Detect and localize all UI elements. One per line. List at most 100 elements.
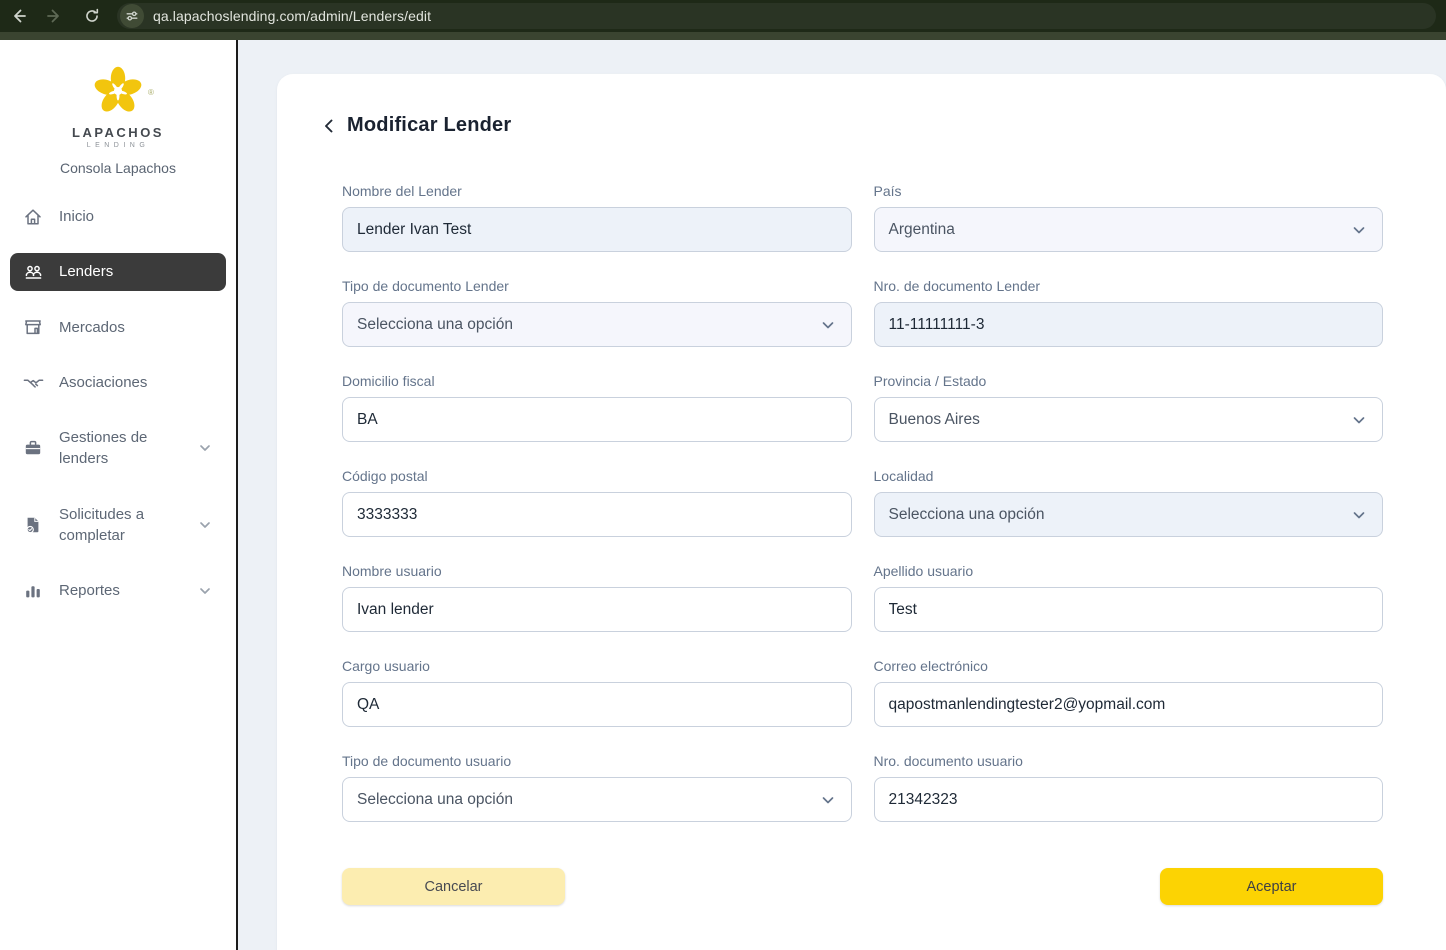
- field-localidad: Localidad Selecciona una opción: [873, 468, 1383, 537]
- select-value: Selecciona una opción: [357, 790, 513, 808]
- field-label: País: [873, 183, 902, 199]
- browser-chrome: qa.lapachoslending.com/admin/Lenders/edi…: [0, 0, 1446, 40]
- field-domicilio-fiscal: Domicilio fiscal: [342, 373, 852, 442]
- select-value: Buenos Aires: [888, 410, 980, 428]
- sidebar-item-asociaciones[interactable]: Asociaciones: [10, 364, 226, 401]
- home-icon: [23, 207, 45, 227]
- lender-form: Nombre del Lender País Argentina Tipo de…: [342, 183, 1383, 848]
- apellido-usuario-input[interactable]: [873, 587, 1383, 632]
- brand-logo: ® LAPACHOS LENDING Consola Lapachos: [0, 40, 236, 176]
- field-cargo-usuario: Cargo usuario: [342, 658, 852, 727]
- lapachos-flower-icon: [94, 66, 142, 112]
- nro-documento-lender-input[interactable]: [873, 302, 1383, 347]
- field-codigo-postal: Código postal: [342, 468, 852, 537]
- nombre-del-lender-input[interactable]: [342, 207, 852, 252]
- nombre-usuario-input[interactable]: [342, 587, 852, 632]
- chevron-down-icon: [822, 796, 833, 803]
- cargo-usuario-input[interactable]: [342, 682, 852, 727]
- registered-mark: ®: [148, 88, 154, 97]
- browser-toolbar: qa.lapachoslending.com/admin/Lenders/edi…: [0, 0, 1446, 32]
- tipo-documento-lender-select[interactable]: Selecciona una opción: [342, 302, 852, 347]
- brand-tagline: LENDING: [86, 142, 150, 149]
- app-window: ® LAPACHOS LENDING Consola Lapachos Inic…: [0, 40, 1446, 950]
- field-label: Código postal: [342, 468, 428, 484]
- sidebar-item-reportes[interactable]: Reportes: [10, 572, 226, 609]
- field-label: Domicilio fiscal: [342, 373, 435, 389]
- field-tipo-de-documento-usuario: Tipo de documento usuario Selecciona una…: [342, 753, 852, 822]
- sidebar-item-solicitudes-a-completar[interactable]: Solicitudes a completar: [10, 496, 226, 555]
- briefcase-icon: [23, 438, 45, 458]
- select-value: Selecciona una opción: [357, 315, 513, 333]
- correo-electronico-input[interactable]: [873, 682, 1383, 727]
- sidebar-item-label: Inicio: [59, 208, 95, 225]
- sidebar-item-label: Asociaciones: [59, 373, 148, 391]
- field-nombre-usuario: Nombre usuario: [342, 563, 852, 632]
- browser-reload-button[interactable]: [81, 5, 103, 27]
- field-label: Tipo de documento usuario: [342, 753, 512, 769]
- chevron-down-icon: [197, 440, 213, 456]
- field-label: Nombre del Lender: [342, 183, 462, 199]
- sidebar-item-label: Solicitudes a completar: [59, 505, 145, 545]
- storefront-icon: [23, 317, 45, 337]
- chevron-down-icon: [197, 583, 213, 599]
- field-tipo-de-documento-lender: Tipo de documento Lender Selecciona una …: [342, 278, 852, 347]
- document-check-icon: [23, 515, 45, 535]
- site-settings-icon[interactable]: [120, 4, 144, 28]
- edit-lender-card: Modificar Lender Nombre del Lender País …: [277, 74, 1446, 950]
- field-apellido-usuario: Apellido usuario: [873, 563, 1383, 632]
- cancel-button[interactable]: Cancelar: [342, 868, 565, 905]
- nro-documento-usuario-input[interactable]: [873, 777, 1383, 822]
- back-button[interactable]: [321, 117, 337, 135]
- page-header: Modificar Lender: [321, 114, 1446, 137]
- field-nro-de-documento-lender: Nro. de documento Lender: [873, 278, 1383, 347]
- sidebar-item-label: Mercados: [59, 318, 125, 336]
- users-icon: [23, 262, 45, 282]
- page-title: Modificar Lender: [347, 114, 512, 136]
- browser-back-button[interactable]: [7, 5, 29, 27]
- accept-button[interactable]: Aceptar: [1160, 868, 1383, 905]
- brand-name: LAPACHOS: [72, 125, 164, 140]
- provincia-estado-select[interactable]: Buenos Aires: [873, 397, 1383, 442]
- sidebar-item-lenders[interactable]: Lenders: [10, 253, 226, 291]
- field-correo-electronico: Correo electrónico: [873, 658, 1383, 727]
- sidebar-item-inicio[interactable]: Inicio: [10, 198, 226, 235]
- codigo-postal-input[interactable]: [342, 492, 852, 537]
- sidebar: ® LAPACHOS LENDING Consola Lapachos Inic…: [0, 40, 236, 950]
- chevron-down-icon: [1353, 226, 1365, 233]
- field-label: Apellido usuario: [873, 563, 974, 579]
- address-bar[interactable]: qa.lapachoslending.com/admin/Lenders/edi…: [117, 3, 1436, 29]
- bar-chart-icon: [23, 581, 45, 601]
- chevron-down-icon: [1353, 511, 1365, 518]
- chevron-down-icon: [822, 321, 833, 328]
- domicilio-fiscal-input[interactable]: [342, 397, 852, 442]
- chrome-strip: [0, 32, 1446, 40]
- browser-forward-button[interactable]: [44, 5, 66, 27]
- sidebar-item-mercados[interactable]: Mercados: [10, 309, 226, 346]
- field-nombre-del-lender: Nombre del Lender: [342, 183, 852, 252]
- sidebar-item-label: Gestiones de lenders: [59, 429, 148, 468]
- field-label: Nro. documento usuario: [873, 753, 1023, 769]
- field-label: Tipo de documento Lender: [342, 278, 509, 294]
- sidebar-item-label: Reportes: [59, 582, 120, 600]
- field-nro-documento-usuario: Nro. documento usuario: [873, 753, 1383, 822]
- field-label: Cargo usuario: [342, 658, 430, 674]
- field-pais: País Argentina: [873, 183, 1383, 252]
- chevron-down-icon: [1353, 416, 1365, 423]
- pais-select[interactable]: Argentina: [873, 207, 1383, 252]
- sidebar-item-gestiones-de-lenders[interactable]: Gestiones de lenders: [10, 419, 226, 478]
- localidad-select[interactable]: Selecciona una opción: [873, 492, 1383, 537]
- field-label: Provincia / Estado: [873, 373, 987, 389]
- field-provincia-estado: Provincia / Estado Buenos Aires: [873, 373, 1383, 442]
- handshake-icon: [23, 373, 45, 393]
- select-value: Argentina: [888, 220, 955, 238]
- sidebar-item-label: Lenders: [59, 263, 114, 281]
- field-label: Nro. de documento Lender: [873, 278, 1041, 294]
- tipo-documento-usuario-select[interactable]: Selecciona una opción: [342, 777, 852, 822]
- form-actions: Cancelar Aceptar: [342, 868, 1383, 905]
- url-text[interactable]: qa.lapachoslending.com/admin/Lenders/edi…: [153, 8, 431, 24]
- sidebar-nav: Inicio Lenders Mercados Asociaciones Ges…: [0, 198, 236, 610]
- select-value: Selecciona una opción: [888, 505, 1045, 523]
- main-area: Modificar Lender Nombre del Lender País …: [238, 40, 1446, 950]
- chevron-down-icon: [197, 517, 213, 533]
- field-label: Nombre usuario: [342, 563, 442, 579]
